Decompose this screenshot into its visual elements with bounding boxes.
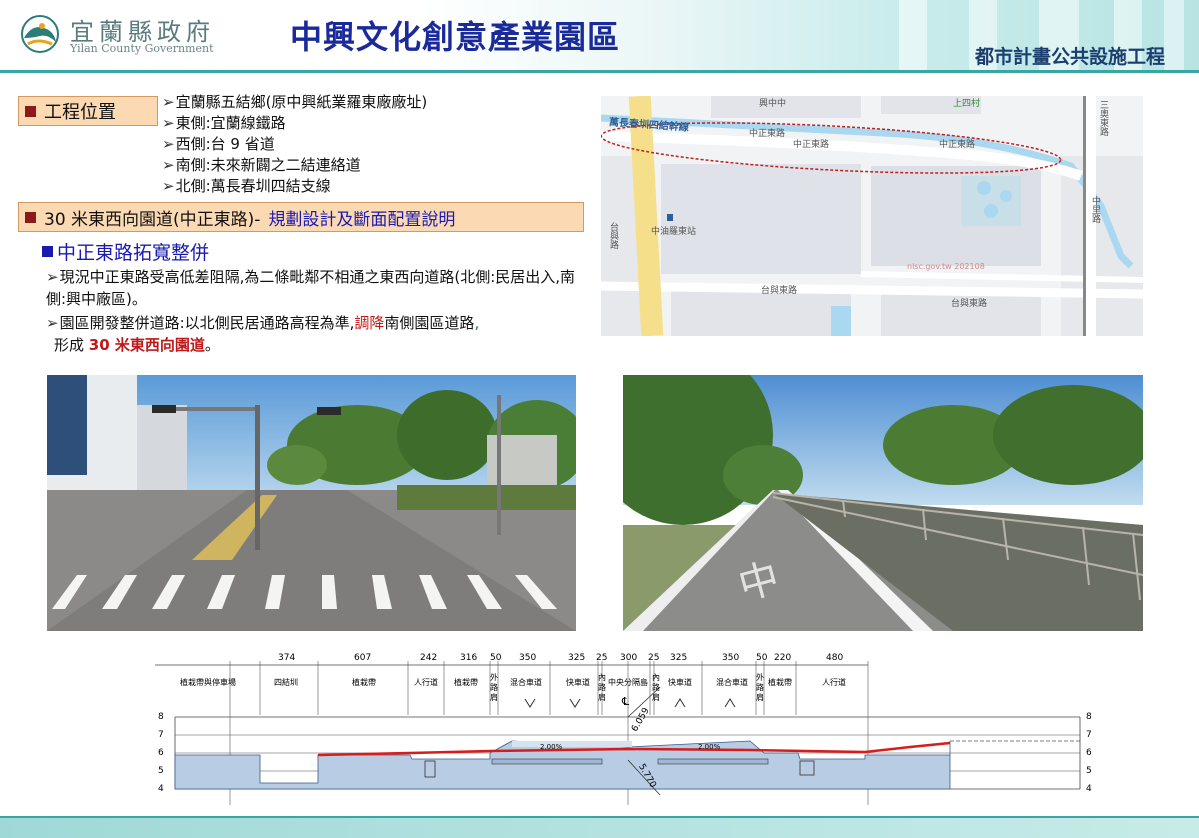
list-item: ➢南側:未來新闢之二結連絡道 xyxy=(162,156,361,174)
location-list: ➢宜蘭縣五結鄉(原中興紙業羅東廠廠址) ➢東側:宜蘭線鐵路 ➢西側:台 9 省道… xyxy=(162,92,427,197)
y-tick: 7 xyxy=(1086,730,1092,740)
y-tick: 5 xyxy=(1086,766,1092,776)
section-label: 中央分隔島 xyxy=(608,678,648,687)
map-watermark: nlsc.gov.tw 202108 xyxy=(907,262,985,271)
map-label: 台與東路 xyxy=(761,286,798,296)
header-divider xyxy=(0,70,1199,73)
section-width: 50 xyxy=(756,653,768,663)
yilan-logo: 宜蘭縣政府 Yilan County Government xyxy=(18,12,228,56)
section-label: 人行道 xyxy=(414,678,438,687)
arrow-bullet-icon: ➢ xyxy=(162,156,175,174)
road-name-highlight: 30 米東西向園道 xyxy=(88,336,205,354)
section-width: 607 xyxy=(354,653,372,663)
section-width: 480 xyxy=(826,653,844,663)
yilan-emblem-icon xyxy=(21,15,59,53)
list-item: ➢東側:宜蘭線鐵路 xyxy=(162,114,286,132)
arrow-bullet-icon: ➢ xyxy=(46,314,59,332)
section-label: 快車道 xyxy=(668,678,692,687)
map-label: 中正東路 xyxy=(793,140,830,150)
section-width: 374 xyxy=(278,653,296,663)
y-tick: 5 xyxy=(158,766,164,776)
map-label: 中里路 xyxy=(1090,196,1100,223)
arrow-bullet-icon: ➢ xyxy=(46,268,59,286)
road-section-label: 30 米東西向園道(中正東路)- xyxy=(44,209,261,230)
y-tick: 8 xyxy=(158,712,164,722)
y-tick: 4 xyxy=(158,784,164,794)
section-width: 25 xyxy=(648,653,660,663)
org-name-en: Yilan County Government xyxy=(70,42,214,55)
arrow-bullet-icon: ➢ xyxy=(162,177,175,195)
section-width: 350 xyxy=(722,653,740,663)
section-label: 植栽帶 xyxy=(454,678,478,687)
bullet-square-icon xyxy=(25,211,36,223)
y-tick: 6 xyxy=(158,748,164,758)
lower-highlight: 調降 xyxy=(354,314,385,332)
y-tick: 4 xyxy=(1086,784,1092,794)
section-label: 混合車道 xyxy=(716,678,748,687)
section-width: 300 xyxy=(620,653,638,663)
location-tag: 工程位置 xyxy=(18,96,158,126)
street-photo-intersection xyxy=(47,375,576,631)
arrow-bullet-icon: ➢ xyxy=(162,114,175,132)
map-label: 三奧東路 xyxy=(1098,100,1108,136)
map-label: 興中中 xyxy=(759,99,787,109)
map-label: 中正東路 xyxy=(749,129,786,139)
paragraph-2: ➢園區開發整併道路:以北側民居通路高程為準,調降南側園區道路, 形成 30 米東西… xyxy=(46,314,480,354)
section-label: 植栽帶 xyxy=(352,678,376,687)
section-width: 325 xyxy=(670,653,688,663)
road-section-tag: 30 米東西向園道(中正東路)- 規劃設計及斷面配置說明 xyxy=(18,202,584,232)
page-footer xyxy=(0,818,1199,838)
section-width: 350 xyxy=(519,653,537,663)
paragraph-1: ➢現況中正東路受高低差阻隔,為二條毗鄰不相通之東西向道路(北側:民居出入,南側:… xyxy=(46,266,586,310)
slope-label: 2.00% xyxy=(540,743,563,751)
slope-label: 2.00% xyxy=(698,743,721,751)
road-section-label-blue: 規劃設計及斷面配置說明 xyxy=(268,209,456,230)
bullet-square-icon xyxy=(25,105,36,117)
section-label: 混合車道 xyxy=(510,678,542,687)
page-header: 宜蘭縣政府 Yilan County Government 中興文化創意產業園區… xyxy=(0,0,1199,72)
section-label: 快車道 xyxy=(566,678,590,687)
y-tick: 6 xyxy=(1086,748,1092,758)
y-tick: 7 xyxy=(158,730,164,740)
centerline-icon: ℄ xyxy=(622,695,630,708)
section-label: 人行道 xyxy=(822,678,846,687)
location-map: 興中中 上四村 萬長春圳四結幹線 中正東路 中正東路 中正東路 台與東路 台與東… xyxy=(601,96,1143,336)
page-subtitle: 都市計畫公共設施工程 xyxy=(974,46,1165,68)
section-width: 25 xyxy=(596,653,608,663)
list-item: ➢北側:萬長春圳四結支線 xyxy=(162,177,331,195)
list-item: ➢西側:台 9 省道 xyxy=(162,135,275,153)
road-cross-section: 374 607 242 316 50 350 325 25 300 25 325… xyxy=(150,653,1100,805)
section-label: 外路肩 xyxy=(490,673,498,702)
section-width: 50 xyxy=(490,653,502,663)
street-photo-railing: 中 xyxy=(623,375,1143,631)
map-label: 台與東路 xyxy=(951,299,988,309)
map-label: 台與路 xyxy=(608,222,618,249)
location-label: 工程位置 xyxy=(44,102,116,123)
section-label: 內路肩 xyxy=(598,673,606,702)
section-width: 325 xyxy=(568,653,586,663)
y-tick: 8 xyxy=(1086,712,1092,722)
section-width: 220 xyxy=(774,653,792,663)
section-label: 四結圳 xyxy=(274,678,298,687)
paragraph-1-text: 現況中正東路受高低差阻隔,為二條毗鄰不相通之東西向道路(北側:民居出入,南側:興… xyxy=(46,268,576,308)
bullet-square-icon xyxy=(42,246,53,257)
section-label: 外路肩 xyxy=(756,673,764,702)
map-label: 中正東路 xyxy=(939,140,976,150)
sub-heading: 中正東路拓寬整併 xyxy=(42,238,209,265)
section-width: 242 xyxy=(420,653,438,663)
page-title: 中興文化創意產業園區 xyxy=(290,18,621,56)
sub-heading-text: 中正東路拓寬整併 xyxy=(57,242,210,264)
map-label: 上四村 xyxy=(953,99,981,109)
section-width: 316 xyxy=(460,653,478,663)
list-item: ➢宜蘭縣五結鄉(原中興紙業羅東廠廠址) xyxy=(162,93,428,111)
arrow-bullet-icon: ➢ xyxy=(162,135,175,153)
arrow-bullet-icon: ➢ xyxy=(162,93,175,111)
section-label: 植栽帶與停車場 xyxy=(180,678,236,687)
map-label: 中油羅東站 xyxy=(651,227,697,237)
section-label: 內路肩 xyxy=(652,673,660,702)
section-label: 植栽帶 xyxy=(768,678,792,687)
